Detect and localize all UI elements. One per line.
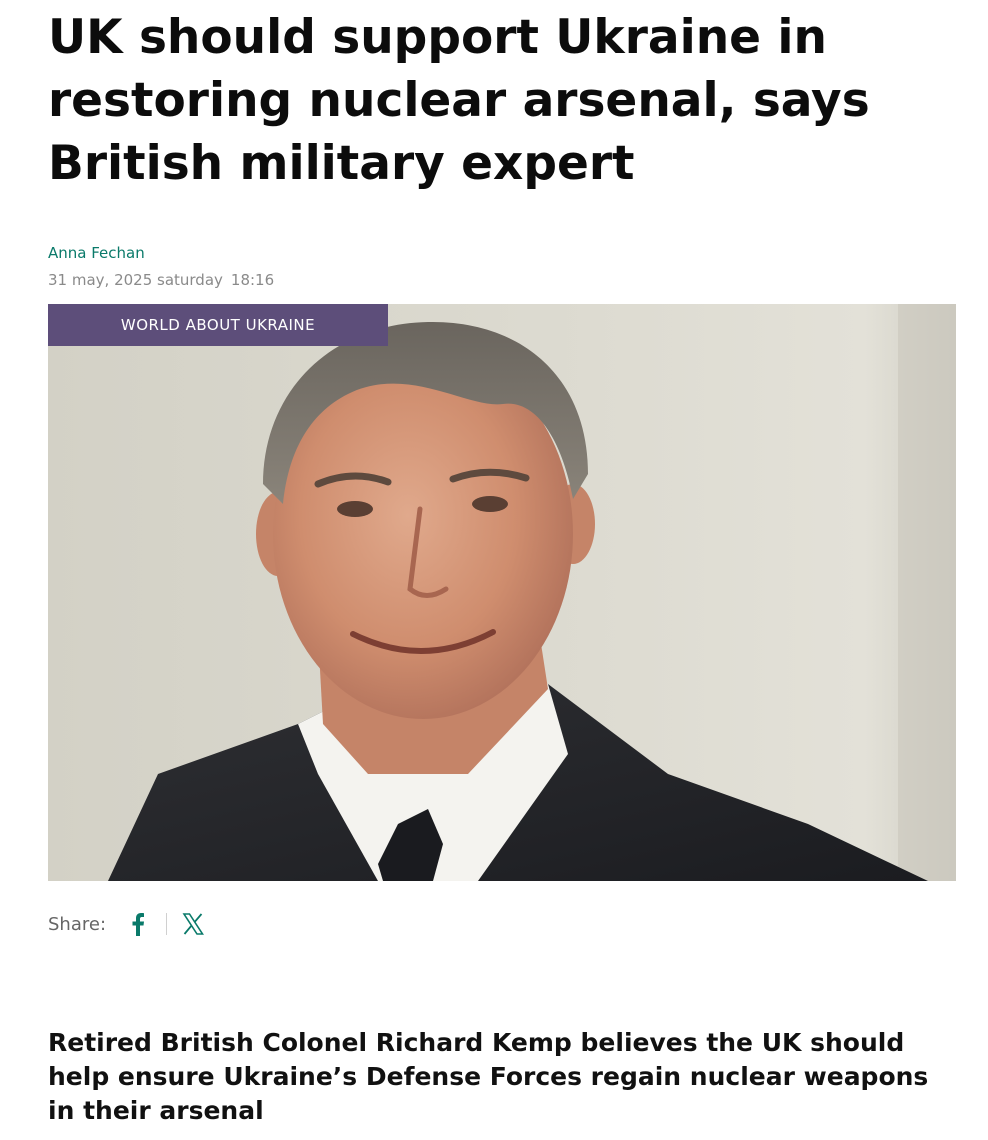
share-label: Share: (48, 913, 107, 935)
share-bar: Share: (48, 906, 207, 942)
hero-photo (48, 304, 956, 881)
author-link[interactable]: Anna Fechan (48, 244, 145, 262)
x-share-button[interactable] (179, 910, 207, 938)
publish-date: 31 may, 2025 saturday (48, 271, 223, 289)
facebook-share-button[interactable] (124, 910, 152, 938)
share-separator (166, 913, 168, 935)
publish-time: 18:16 (230, 271, 275, 289)
category-tag[interactable]: WORLD ABOUT UKRAINE (48, 304, 388, 346)
facebook-icon (132, 913, 145, 936)
article-headline: UK should support Ukraine in restoring n… (48, 10, 870, 191)
publish-datetime: 31 may, 2025 saturday 18:16 (48, 271, 274, 289)
x-icon (182, 913, 204, 935)
article-lead: Retired British Colonel Richard Kemp bel… (48, 1028, 929, 1125)
hero-image: WORLD ABOUT UKRAINE (48, 304, 956, 881)
